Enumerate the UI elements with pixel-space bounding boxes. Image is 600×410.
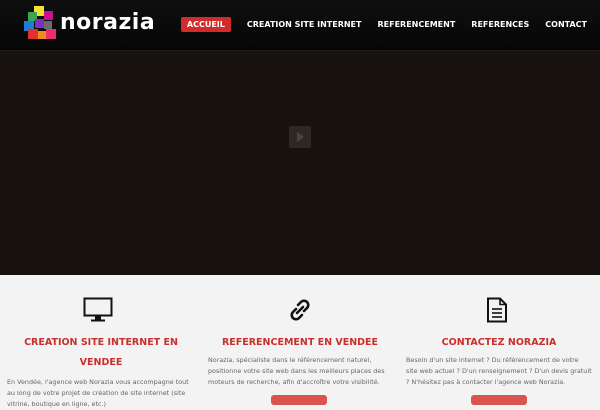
service-referencement: REFERENCEMENT EN VENDEE Norazia, spécial… [203,275,397,405]
nav-item-references[interactable]: REFERENCES [464,17,536,32]
site-header: norazia ACCUEIL CREATION SITE INTERNET R… [0,0,600,51]
link-icon [290,299,310,321]
service-title: REFERENCEMENT EN VENDEE [221,337,379,348]
service-description: Besoin d'un site internet ? Du référence… [406,356,592,386]
service-title: CREATION SITE INTERNET EN VENDEE [24,337,178,368]
nav-item-contact[interactable]: CONTACT [538,17,594,32]
service-creation: CREATION SITE INTERNET EN VENDEE En Vend… [4,275,198,408]
nav-item-creation-site-internet[interactable]: CREATION SITE INTERNET [240,17,369,32]
document-icon [487,297,507,323]
service-title: CONTACTEZ NORAZIA [441,337,557,348]
main-nav: ACCUEIL CREATION SITE INTERNET REFERENCE… [180,17,600,32]
read-more-button[interactable] [471,395,527,405]
hero-slider [0,51,600,275]
services-section: CREATION SITE INTERNET EN VENDEE En Vend… [0,275,600,408]
slider-play-icon[interactable] [289,126,311,148]
logo-mark-icon [24,6,57,44]
logo[interactable]: norazia [24,6,155,44]
logo-text: norazia [60,9,156,35]
nav-item-referencement[interactable]: REFERENCEMENT [370,17,462,32]
read-more-button[interactable] [271,395,327,405]
nav-item-accueil[interactable]: ACCUEIL [180,17,231,32]
service-description: Norazia, spécialiste dans le référenceme… [208,356,385,386]
service-description: En Vendée, l'agence web Norazia vous acc… [7,378,189,408]
monitor-icon [83,297,113,322]
service-contact: CONTACTEZ NORAZIA Besoin d'un site inter… [402,275,596,405]
